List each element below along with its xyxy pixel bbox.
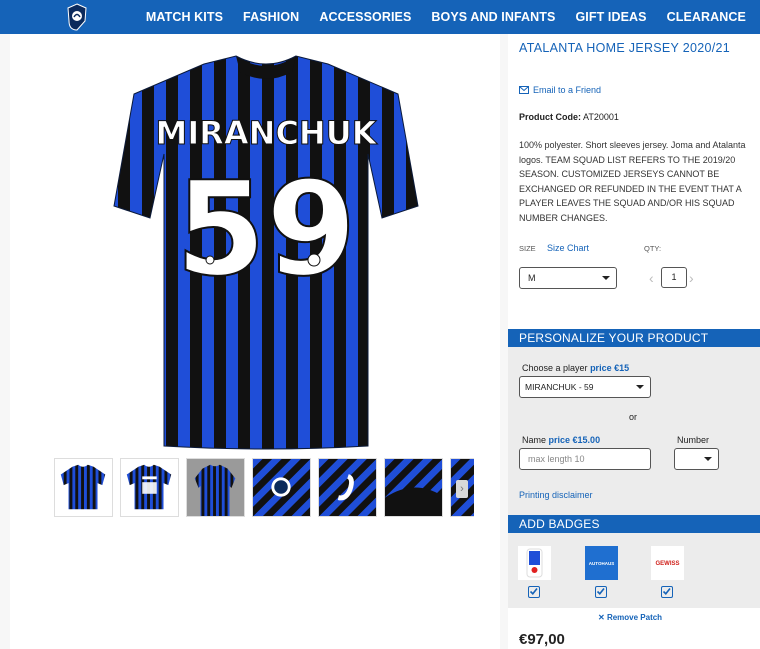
custom-name-input[interactable]: max length 10 [519,448,651,470]
autohaus-badge-checkbox[interactable] [595,586,607,598]
custom-name-price: price €15.00 [548,435,601,445]
custom-number-select[interactable] [674,448,719,470]
thumbnail-next-arrow[interactable]: › [456,480,468,498]
thumbnail-strip [54,458,474,518]
personalize-header: PERSONALIZE YOUR PRODUCT [508,329,760,347]
chevron-down-icon [602,276,610,280]
email-to-friend-label: Email to a Friend [533,85,602,95]
checkmark-icon [662,588,671,596]
size-chart-link[interactable]: Size Chart [547,243,589,253]
add-badges-header: ADD BADGES [508,515,760,533]
remove-patch-label: Remove Patch [606,613,663,622]
product-code-value: AT20001 [583,112,619,122]
choose-player-label: Choose a player price €15 [522,363,629,373]
qty-increase-button[interactable]: › [689,270,694,286]
qty-label: QTY: [644,244,662,253]
printing-disclaimer-link[interactable]: Printing disclaimer [519,490,593,500]
thumbnail-collar-detail[interactable] [384,458,443,517]
nav-item-boys-and-infants[interactable]: BOYS AND INFANTS [431,10,555,24]
jersey-number-print: 59 [176,153,357,305]
thumbnail-front[interactable] [54,458,113,517]
badges-section: AUTOHAUS GEWISS [508,533,760,608]
nav-item-gift-ideas[interactable]: GIFT IDEAS [575,10,646,24]
custom-name-label: Name price €15.00 [522,435,600,445]
serie-a-badge-checkbox[interactable] [528,586,540,598]
product-code: Product Code: AT20001 [519,112,619,122]
gewiss-badge-icon[interactable]: GEWISS [651,546,684,580]
autohaus-badge-icon[interactable]: AUTOHAUS [585,546,618,580]
main-product-image[interactable]: MIRANCHUK 59 [106,42,426,450]
product-details-panel: ATALANTA HOME JERSEY 2020/21 Email to a … [508,34,760,649]
nav-item-match-kits[interactable]: MATCH KITS [146,10,223,24]
thumbnail-back[interactable] [120,458,179,517]
close-icon: ✕ [598,613,605,622]
choose-player-text: Choose a player [522,363,588,373]
email-to-friend-link[interactable]: Email to a Friend [519,85,601,95]
size-select[interactable]: M [519,267,617,289]
nav-item-clearance[interactable]: CLEARANCE [667,10,746,24]
remove-patch-link[interactable]: ✕ Remove Patch [598,613,662,622]
personalize-section: Choose a player price €15 MIRANCHUK - 59… [508,347,760,515]
envelope-icon [519,86,529,94]
chevron-down-icon [636,385,644,389]
qty-decrease-button[interactable]: ‹ [649,270,654,286]
autohaus-badge-text: AUTOHAUS [589,561,614,566]
product-gallery: MIRANCHUK 59 › [10,34,500,649]
top-navigation-bar: MATCH KITS FASHION ACCESSORIES BOYS AND … [0,0,760,34]
nav-item-fashion[interactable]: FASHION [243,10,299,24]
checkmark-icon [529,588,538,596]
serie-a-badge-icon[interactable] [518,546,551,580]
checkmark-icon [596,588,605,596]
product-title: ATALANTA HOME JERSEY 2020/21 [519,41,731,55]
product-price: €97,00 [519,631,565,648]
choose-player-price: price €15 [590,363,630,373]
thumbnail-joma-detail[interactable] [318,458,377,517]
player-select-value: MIRANCHUK - 59 [525,382,594,392]
size-select-value: M [528,273,536,283]
size-label: SIZE [519,244,536,253]
gewiss-badge-checkbox[interactable] [661,586,673,598]
product-code-label: Product Code: [519,112,581,122]
chevron-down-icon [704,457,712,461]
or-separator: or [629,412,638,422]
custom-number-label: Number [677,435,710,445]
player-select[interactable]: MIRANCHUK - 59 [519,376,651,398]
qty-input[interactable]: 1 [661,267,687,288]
gewiss-badge-text: GEWISS [655,561,679,567]
custom-name-text: Name [522,435,547,445]
jersey-name-print: MIRANCHUK [156,114,378,152]
main-nav: MATCH KITS FASHION ACCESSORIES BOYS AND … [126,0,746,34]
thumbnail-model[interactable] [186,458,245,517]
product-description: 100% polyester. Short sleeves jersey. Jo… [519,140,746,223]
thumbnail-crest-detail[interactable] [252,458,311,517]
atalanta-logo-icon[interactable] [66,3,88,31]
nav-item-accessories[interactable]: ACCESSORIES [319,10,411,24]
